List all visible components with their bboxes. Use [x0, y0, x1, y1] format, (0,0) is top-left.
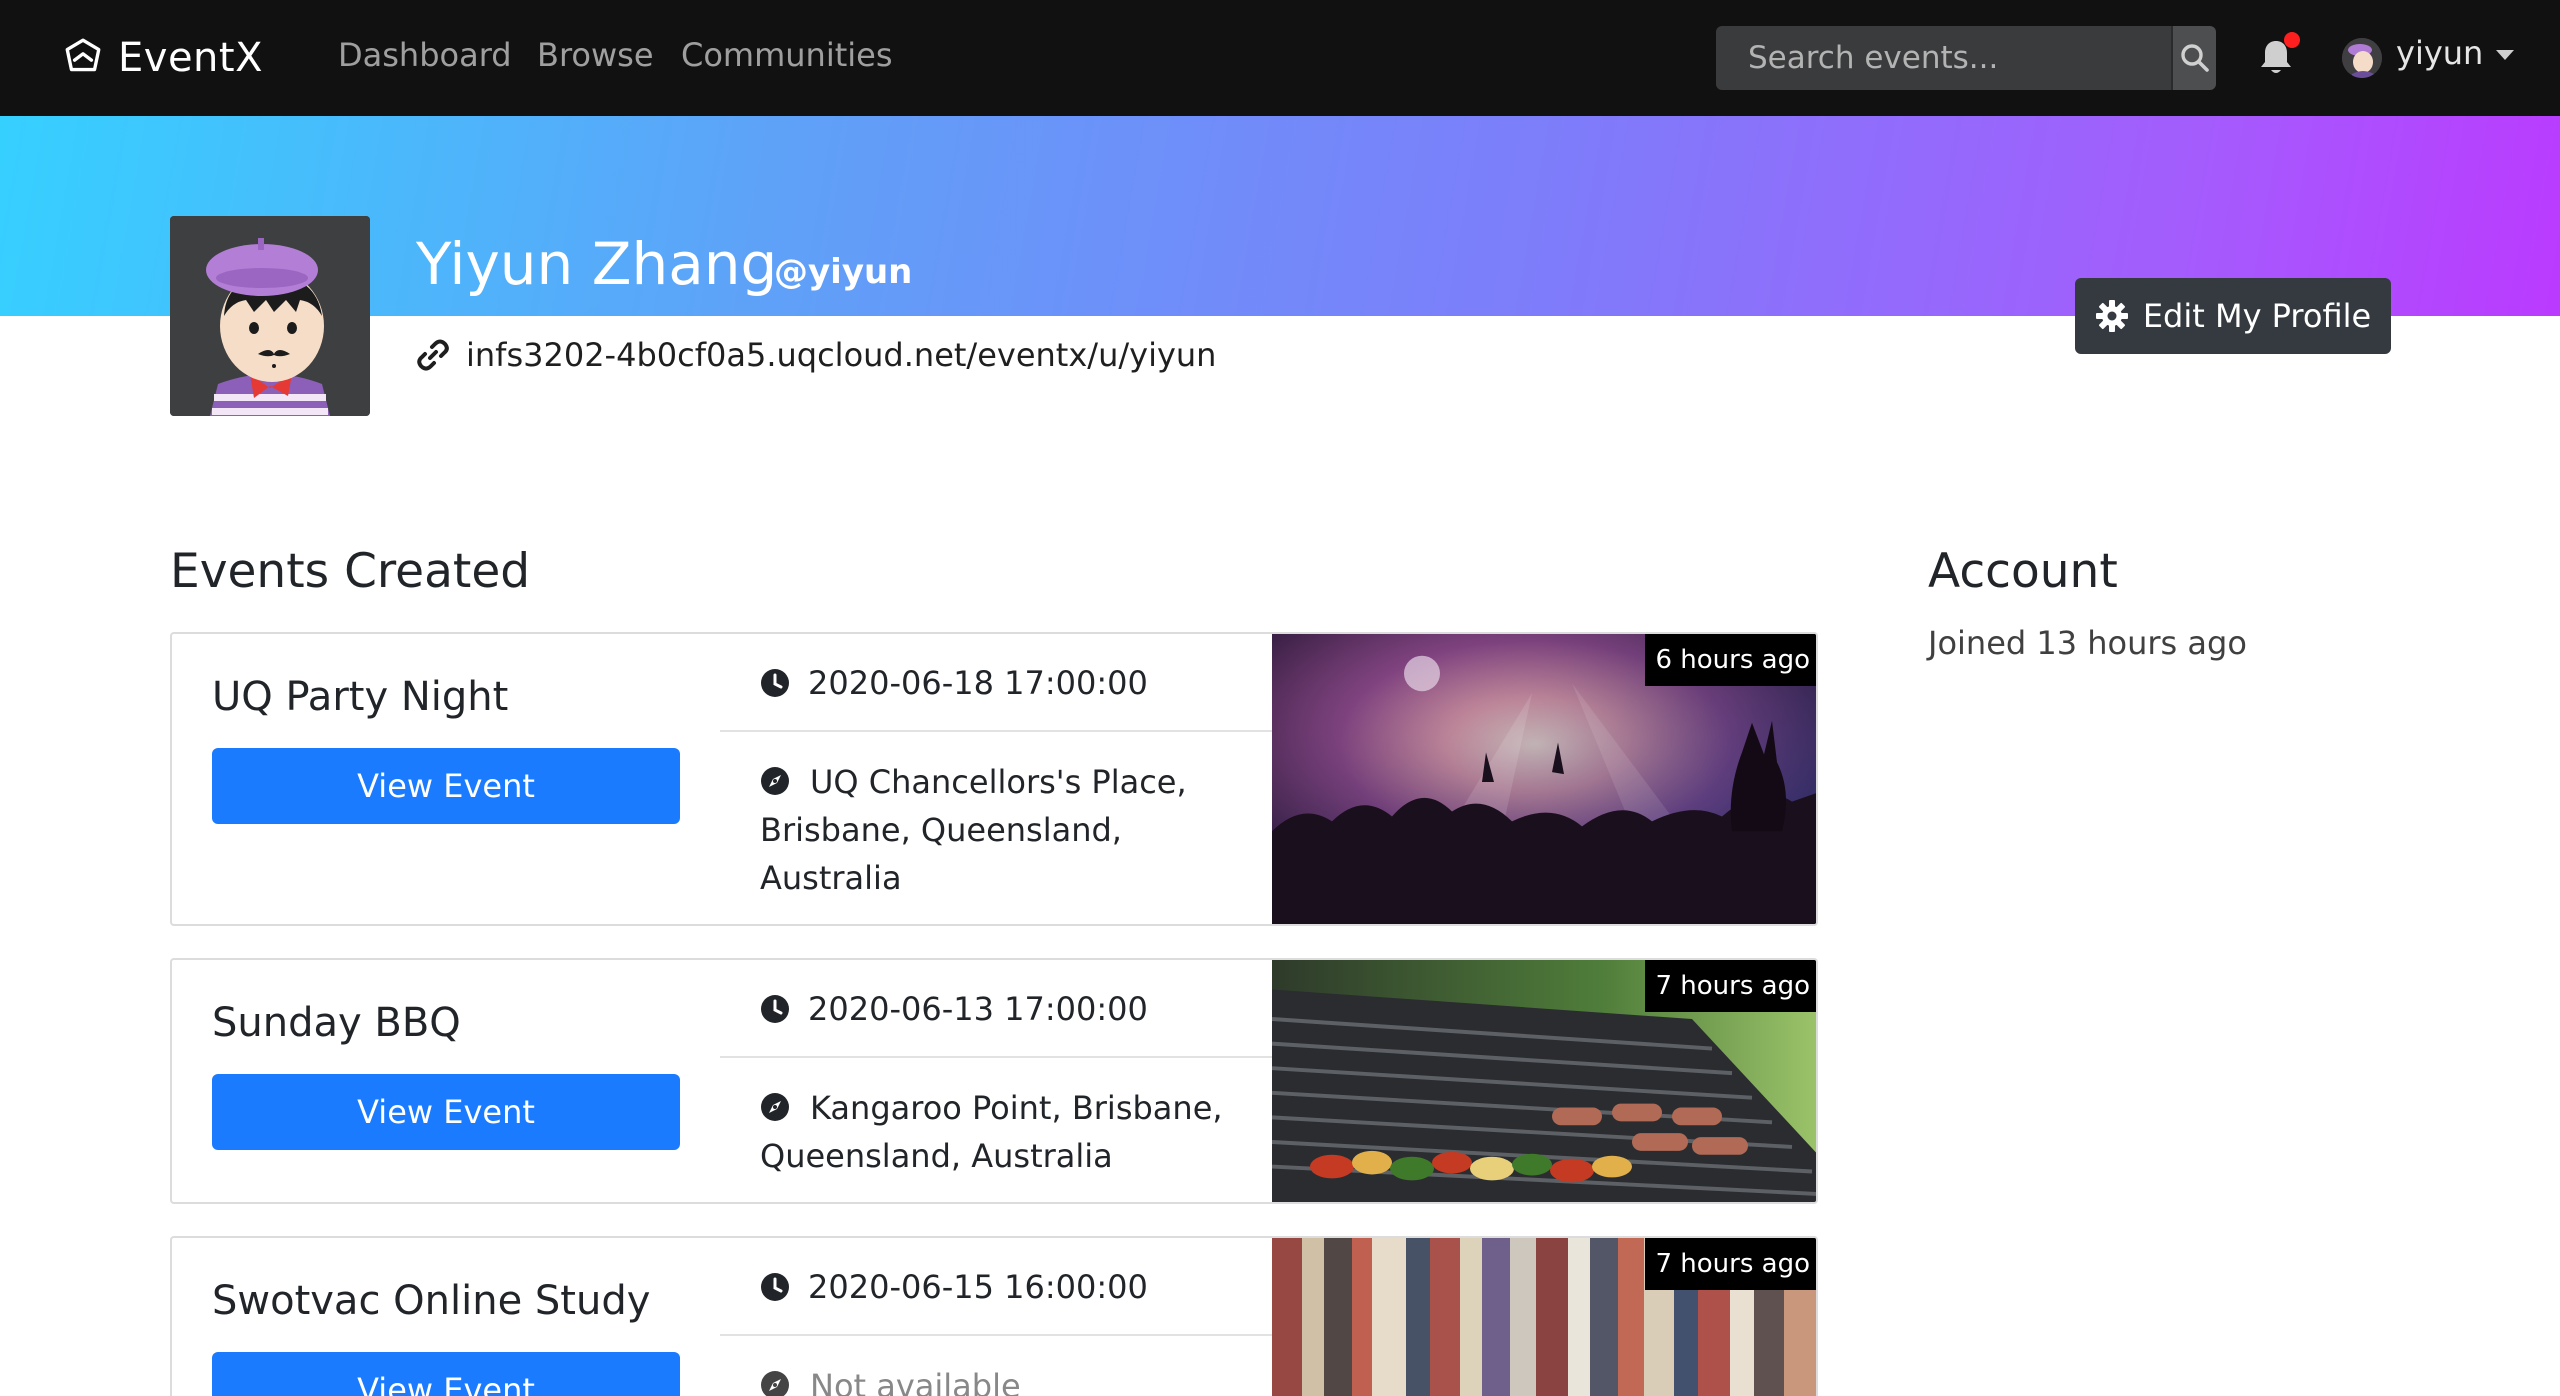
profile-avatar [170, 216, 370, 416]
event-title[interactable]: Sunday BBQ [212, 1000, 461, 1046]
events-section-title: Events Created [170, 544, 531, 599]
search-input[interactable] [1716, 26, 2171, 90]
event-image[interactable]: 7 hours ago [1272, 1238, 1816, 1396]
notifications-button[interactable] [2258, 32, 2300, 80]
chevron-down-icon[interactable] [2496, 50, 2514, 60]
profile-handle: @yiyun [774, 252, 913, 292]
edit-profile-button[interactable]: Edit My Profile [2075, 278, 2391, 354]
event-location: Not available [810, 1367, 1021, 1396]
event-date-row: 2020-06-15 16:00:00 [720, 1238, 1272, 1336]
top-navbar: EventX Dashboard Browse Communities yiyu… [0, 0, 2560, 116]
profile-name: Yiyun Zhang [416, 230, 778, 298]
nav-link-communities[interactable]: Communities [681, 36, 893, 74]
event-location: Kangaroo Point, Brisbane, Queensland, Au… [760, 1089, 1223, 1175]
event-location-row: UQ Chancellors's Place, Brisbane, Queens… [720, 732, 1272, 924]
eventx-logo-icon [65, 38, 101, 72]
event-card: UQ Party Night View Event 2020-06-18 17:… [170, 632, 1818, 926]
search-icon [2180, 44, 2209, 72]
event-time-badge: 7 hours ago [1645, 1238, 1816, 1290]
search-button[interactable] [2171, 26, 2216, 90]
event-location-row: Not available [720, 1336, 1272, 1396]
account-title: Account [1928, 544, 2118, 599]
clock-icon [761, 669, 789, 697]
view-event-button[interactable]: View Event [212, 1352, 680, 1396]
view-event-button[interactable]: View Event [212, 748, 680, 824]
nav-username[interactable]: yiyun [2396, 34, 2483, 72]
event-title[interactable]: UQ Party Night [212, 674, 508, 720]
event-image[interactable]: 7 hours ago [1272, 960, 1816, 1202]
event-details: 2020-06-18 17:00:00 UQ Chancellors's Pla… [720, 634, 1272, 924]
notification-dot [2284, 32, 2300, 48]
nav-link-browse[interactable]: Browse [537, 36, 654, 74]
clock-icon [761, 995, 789, 1023]
edit-profile-label: Edit My Profile [2142, 297, 2372, 335]
gear-icon [2095, 300, 2128, 332]
event-title[interactable]: Swotvac Online Study [212, 1278, 650, 1324]
event-date-row: 2020-06-18 17:00:00 [720, 634, 1272, 732]
brand-name: EventX [118, 35, 263, 81]
event-time-badge: 6 hours ago [1645, 634, 1816, 686]
event-location: UQ Chancellors's Place, Brisbane, Queens… [760, 763, 1187, 897]
event-image[interactable]: 6 hours ago [1272, 634, 1816, 924]
event-date: 2020-06-18 17:00:00 [808, 664, 1148, 702]
nav-link-dashboard[interactable]: Dashboard [338, 36, 512, 74]
event-date: 2020-06-13 17:00:00 [808, 990, 1148, 1028]
event-details: 2020-06-13 17:00:00 Kangaroo Point, Bris… [720, 960, 1272, 1202]
event-date-row: 2020-06-13 17:00:00 [720, 960, 1272, 1058]
clock-icon [761, 1273, 789, 1301]
event-details: 2020-06-15 16:00:00 Not available [720, 1238, 1272, 1396]
event-card: Sunday BBQ View Event 2020-06-13 17:00:0… [170, 958, 1818, 1204]
search-bar [1716, 26, 2216, 90]
event-card: Swotvac Online Study View Event 2020-06-… [170, 1236, 1818, 1396]
brand-logo[interactable]: EventX [62, 28, 263, 88]
event-time-badge: 7 hours ago [1645, 960, 1816, 1012]
link-icon [417, 339, 449, 371]
event-location-row: Kangaroo Point, Brisbane, Queensland, Au… [720, 1058, 1272, 1202]
profile-url[interactable]: infs3202-4b0cf0a5.uqcloud.net/eventx/u/y… [466, 336, 1216, 374]
account-joined: Joined 13 hours ago [1928, 624, 2247, 662]
view-event-button[interactable]: View Event [212, 1074, 680, 1150]
nav-avatar[interactable] [2342, 38, 2382, 78]
event-date: 2020-06-15 16:00:00 [808, 1268, 1148, 1306]
